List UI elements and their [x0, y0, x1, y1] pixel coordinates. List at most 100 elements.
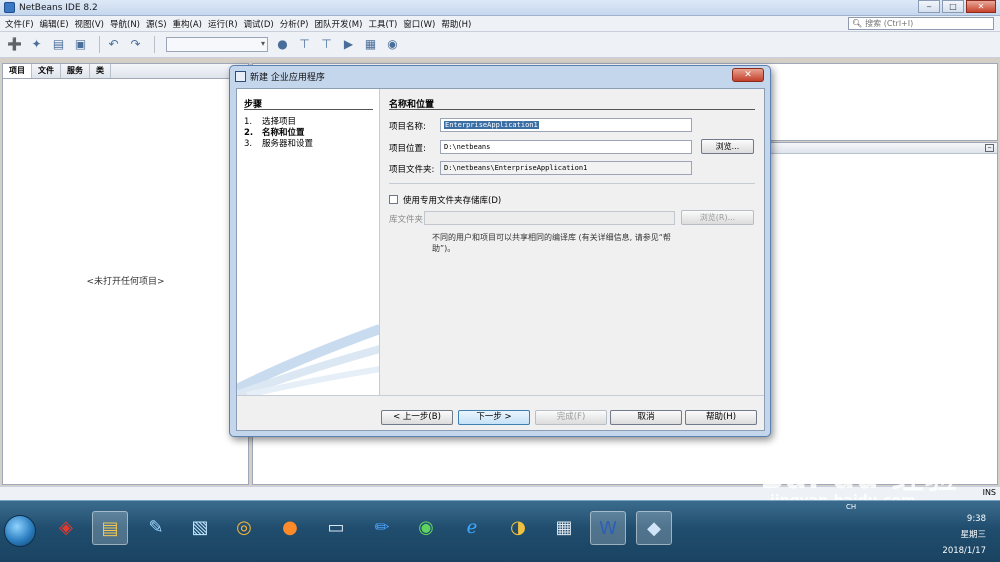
ie-icon[interactable]: ℯ — [454, 511, 490, 545]
project-location-field[interactable]: D:\netbeans — [440, 140, 692, 154]
save-all-icon[interactable]: ▣ — [72, 36, 89, 53]
menu-profile[interactable]: 分析(P) — [277, 18, 312, 30]
chrome-icon[interactable]: ◑ — [500, 511, 536, 545]
minimize-panel-icon[interactable]: ‒ — [985, 144, 994, 152]
search-input[interactable] — [865, 19, 986, 28]
notebook-icon[interactable]: ▧ — [182, 511, 218, 545]
undo-icon[interactable]: ↶ — [105, 36, 122, 53]
clock[interactable]: 9:38 星期三 2018/1/17 — [942, 511, 986, 559]
menu-view[interactable]: 视图(V) — [72, 18, 107, 30]
window-titlebar: NetBeans IDE 8.2 ‒ □ ✕ — [0, 0, 1000, 16]
help-button[interactable]: 帮助(H) — [685, 410, 757, 425]
clean-build-icon[interactable]: ⊤ — [318, 36, 335, 53]
clock-time: 9:38 — [966, 514, 986, 524]
tab-files[interactable]: 文件 — [32, 64, 61, 78]
no-projects-text: <未打开任何项目> — [86, 277, 165, 287]
menubar: 文件(F) 编辑(E) 视图(V) 导航(N) 源(S) 重构(A) 运行(R)… — [0, 16, 1000, 32]
wizard-decoration — [237, 324, 379, 395]
menu-help[interactable]: 帮助(H) — [438, 18, 474, 30]
netbeans-icon[interactable]: ◆ — [636, 511, 672, 545]
window-title: NetBeans IDE 8.2 — [19, 2, 98, 13]
tab-classes[interactable]: 类 — [90, 64, 111, 78]
close-button[interactable]: ✕ — [966, 0, 996, 13]
menu-navigate[interactable]: 导航(N) — [107, 18, 143, 30]
dialog-body: 步骤 1. 选择项目 2. 名称和位置 3. 服务器和设置 名称和位置 项目名称: E… — [236, 88, 765, 431]
dialog-button-bar: < 上一步(B) 下一步 > 完成(F) 取消 帮助(H) — [237, 395, 764, 431]
run-icon[interactable]: ▶ — [340, 36, 357, 53]
open-project-icon[interactable]: ▤ — [50, 36, 67, 53]
toolbar: ➕ ✦ ▤ ▣ ↶ ↷ ▾ ● ⊤ ⊤ ▶ ▦ ◉ — [0, 32, 1000, 58]
step-item-current: 2. 名称和位置 — [244, 128, 305, 138]
monitor-icon[interactable]: ▭ — [318, 511, 354, 545]
step-item: 1. 选择项目 — [244, 117, 297, 127]
config-combo[interactable]: ▾ — [166, 37, 268, 52]
browse-location-button[interactable]: 浏览... — [701, 139, 754, 154]
dialog-close-button[interactable]: ✕ — [732, 68, 764, 82]
clock-weekday: 星期三 — [960, 530, 986, 540]
project-name-field[interactable]: EnterpriseApplication1 — [440, 118, 692, 132]
menu-edit[interactable]: 编辑(E) — [37, 18, 72, 30]
search-tool-icon[interactable]: ◎ — [226, 511, 262, 545]
tab-services[interactable]: 服务 — [61, 64, 90, 78]
back-button[interactable]: < 上一步(B) — [381, 410, 453, 425]
search-icon: 🔍︎ — [852, 19, 863, 28]
firefox-icon[interactable]: ● — [272, 511, 308, 545]
search-box: 🔍︎ — [848, 17, 994, 30]
paint-icon[interactable]: ✎ — [138, 511, 174, 545]
redo-icon[interactable]: ↷ — [127, 36, 144, 53]
tab-projects[interactable]: 项目 — [3, 64, 32, 78]
toolbar-separator — [99, 36, 100, 53]
steps-panel: 步骤 1. 选择项目 2. 名称和位置 3. 服务器和设置 — [237, 89, 380, 395]
menu-window[interactable]: 窗口(W) — [400, 18, 438, 30]
build-icon[interactable]: ⊤ — [296, 36, 313, 53]
new-project-icon[interactable]: ✦ — [28, 36, 45, 53]
dialog-cube-icon — [235, 70, 246, 82]
shared-lib-note: 不同的用户和项目可以共享相同的编译库 (有关详细信息, 请参见“帮助”)。 — [432, 233, 671, 253]
toolbar-separator — [154, 36, 155, 53]
menu-source[interactable]: 源(S) — [143, 18, 170, 30]
new-project-dialog: 新建 企业应用程序 ✕ 步骤 1. 选择项目 2. 名称和位置 3. 服务器和设置 名… — [229, 65, 771, 437]
new-file-icon[interactable]: ➕ — [6, 36, 23, 53]
finish-button: 完成(F) — [535, 410, 607, 425]
next-button[interactable]: 下一步 > — [458, 410, 530, 425]
globe-icon[interactable]: ● — [274, 36, 291, 53]
project-name-label: 项目名称: — [389, 122, 426, 132]
dialog-titlebar: 新建 企业应用程序 — [230, 66, 770, 86]
step-item: 3. 服务器和设置 — [244, 139, 314, 149]
menu-run[interactable]: 运行(R) — [205, 18, 241, 30]
steps-divider — [244, 109, 373, 110]
debug-icon[interactable]: ▦ — [362, 36, 379, 53]
language-indicator[interactable]: CH — [846, 503, 856, 511]
edit-icon[interactable]: ✏ — [364, 511, 400, 545]
menu-file[interactable]: 文件(F) — [2, 18, 37, 30]
projects-panel: 项目 文件 服务 类 <未打开任何项目> — [2, 63, 249, 485]
menu-refactor[interactable]: 重构(A) — [170, 18, 205, 30]
start-button[interactable] — [4, 515, 36, 547]
menu-team[interactable]: 团队开发(M) — [311, 18, 365, 30]
project-folder-field: D:\netbeans\EnterpriseApplication1 — [440, 161, 692, 175]
section-divider — [389, 109, 755, 110]
chevron-down-icon: ▾ — [260, 39, 265, 48]
project-location-label: 项目位置: — [389, 144, 426, 154]
profile-icon[interactable]: ◉ — [384, 36, 401, 53]
system-tray: CH 9:38 星期三 2018/1/17 — [780, 501, 1000, 562]
maximize-button[interactable]: □ — [942, 0, 964, 13]
shared-lib-checkbox[interactable] — [389, 195, 398, 204]
calculator-icon[interactable]: ▦ — [546, 511, 582, 545]
lib-browse-button: 浏览(R)... — [681, 210, 754, 225]
menu-tools[interactable]: 工具(T) — [365, 18, 400, 30]
steps-list: 1. 选择项目 2. 名称和位置 3. 服务器和设置 — [244, 117, 313, 150]
clock-date: 2018/1/17 — [942, 546, 986, 556]
minimize-button[interactable]: ‒ — [918, 0, 940, 13]
security-icon[interactable]: ◈ — [48, 511, 84, 545]
taskbar: ◈ ▤ ✎ ▧ ◎ ● ▭ ✏ ◉ ℯ ◑ ▦ W ◆ CH 9:38 星期三 … — [0, 500, 1000, 562]
cancel-button[interactable]: 取消 — [610, 410, 682, 425]
file-explorer-icon[interactable]: ▤ — [92, 511, 128, 545]
baidu-watermark: Bai du 经验 — [760, 458, 958, 496]
window-controls: ‒ □ ✕ — [916, 0, 996, 13]
lib-folder-label: 库文件夹: — [389, 215, 426, 225]
word-icon[interactable]: W — [590, 511, 626, 545]
green-app-icon[interactable]: ◉ — [408, 511, 444, 545]
shared-lib-checkbox-label: 使用专用文件夹存储库(D) — [403, 196, 502, 206]
menu-debug[interactable]: 调试(D) — [241, 18, 277, 30]
